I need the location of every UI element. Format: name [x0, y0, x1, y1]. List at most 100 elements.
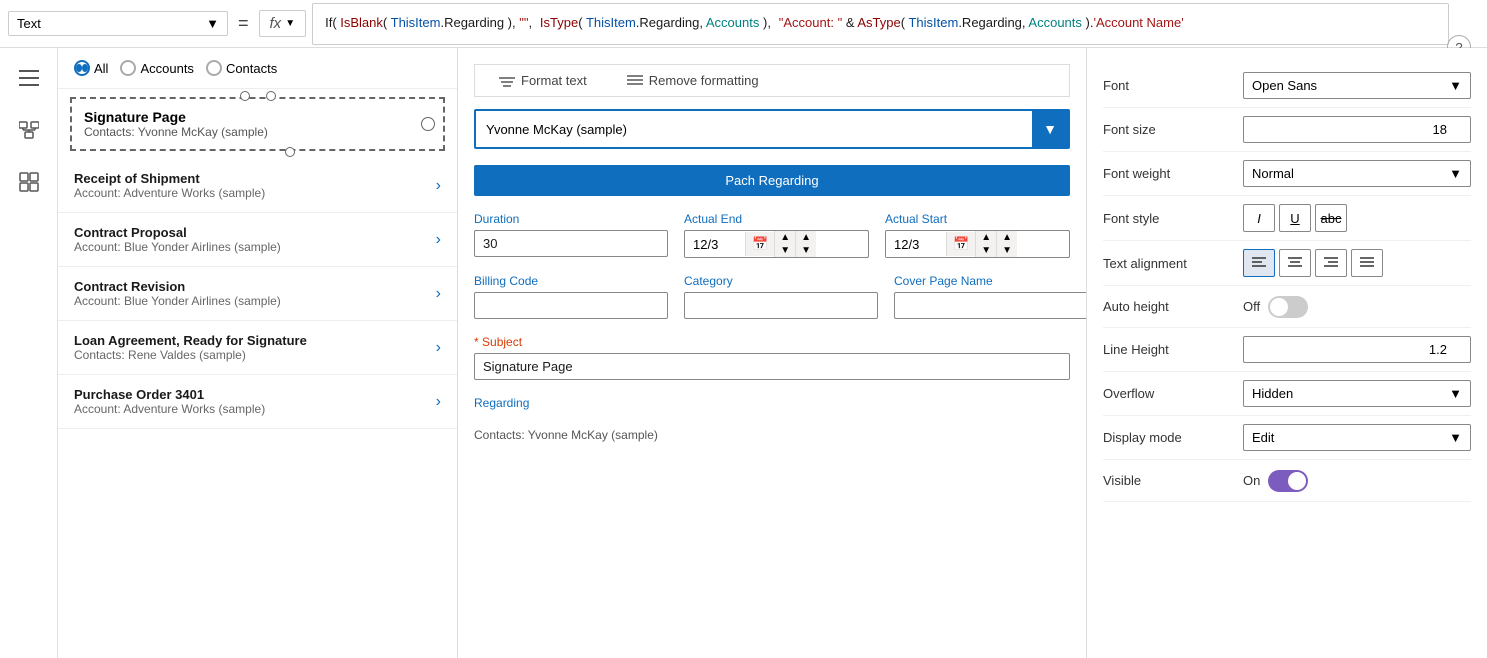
filter-all[interactable]: All — [74, 60, 108, 76]
font-size-input[interactable] — [1243, 116, 1471, 143]
remove-formatting-icon — [627, 74, 643, 88]
display-mode-select[interactable]: Edit ▼ — [1243, 424, 1471, 451]
drag-handle-right[interactable] — [421, 117, 435, 131]
italic-button[interactable]: I — [1243, 204, 1275, 232]
time-down-icon-2[interactable]: ▼ — [796, 244, 816, 257]
equals-sign: = — [234, 13, 253, 34]
pach-regarding-button[interactable]: Pach Regarding — [474, 165, 1070, 196]
fx-icon: fx — [270, 15, 282, 32]
text-property-label: Text — [17, 16, 41, 31]
filter-all-label: All — [94, 61, 108, 76]
sidebar-components-icon[interactable] — [11, 164, 47, 200]
list-item-arrow-icon: › — [436, 339, 441, 357]
time-down-icon-4[interactable]: ▼ — [997, 244, 1017, 257]
time-down-icon[interactable]: ▼ — [775, 244, 795, 257]
left-sidebar — [0, 48, 58, 658]
overflow-property-row: Overflow Hidden ▼ — [1103, 372, 1471, 416]
font-weight-select[interactable]: Normal ▼ — [1243, 160, 1471, 187]
sidebar-menu-icon[interactable] — [11, 60, 47, 96]
list-item-arrow-icon: › — [436, 285, 441, 303]
overflow-select[interactable]: Hidden ▼ — [1243, 380, 1471, 407]
font-property-row: Font Open Sans ▼ — [1103, 64, 1471, 108]
font-size-property-row: Font size — [1103, 108, 1471, 152]
list-item[interactable]: Loan Agreement, Ready for Signature Cont… — [58, 321, 457, 375]
chevron-down-icon-fx: ▼ — [285, 18, 295, 29]
contact-select-wrapper[interactable]: Yvonne McKay (sample) ▼ — [474, 109, 1070, 149]
filter-contacts[interactable]: Contacts — [206, 60, 277, 76]
duration-input[interactable] — [474, 230, 668, 257]
time-up-icon-2[interactable]: ▲ — [796, 231, 816, 244]
signature-page-subtitle: Contacts: Yvonne McKay (sample) — [84, 125, 431, 139]
drag-handle-bottom[interactable] — [285, 147, 295, 157]
align-justify-button[interactable] — [1351, 249, 1383, 277]
formula-display[interactable]: If( IsBlank( ThisItem.Regarding ), "", I… — [312, 3, 1449, 45]
list-item[interactable]: Receipt of Shipment Account: Adventure W… — [58, 159, 457, 213]
chevron-down-icon-weight: ▼ — [1449, 166, 1462, 181]
actual-start-datetime[interactable]: 📅 ▲ ▼ ▲ ▼ — [885, 230, 1070, 258]
radio-all — [74, 60, 90, 76]
contact-select-dropdown-button[interactable]: ▼ — [1032, 111, 1068, 147]
auto-height-toggle[interactable] — [1268, 296, 1308, 318]
list-items-container: Receipt of Shipment Account: Adventure W… — [58, 159, 457, 658]
fx-button[interactable]: fx ▼ — [259, 10, 307, 37]
actual-end-input[interactable] — [685, 232, 745, 257]
duration-label: Duration — [474, 212, 668, 226]
category-input[interactable] — [684, 292, 878, 319]
chevron-down-icon: ▼ — [1043, 121, 1057, 137]
sidebar-tree-icon[interactable] — [11, 112, 47, 148]
time-down-icon-3[interactable]: ▼ — [976, 244, 996, 257]
list-item[interactable]: Purchase Order 3401 Account: Adventure W… — [58, 375, 457, 429]
font-style-property-row: Font style I U abc — [1103, 196, 1471, 241]
filter-accounts-label: Accounts — [140, 61, 193, 76]
font-select[interactable]: Open Sans ▼ — [1243, 72, 1471, 99]
actual-end-label: Actual End — [684, 212, 869, 226]
filter-accounts[interactable]: Accounts — [120, 60, 193, 76]
line-height-input[interactable] — [1243, 336, 1471, 363]
actual-start-input[interactable] — [886, 232, 946, 257]
middle-panel: Format text Remove formatting Yvonne McK… — [458, 48, 1087, 658]
time-up-icon-4[interactable]: ▲ — [997, 231, 1017, 244]
align-center-button[interactable] — [1279, 249, 1311, 277]
line-height-property-row: Line Height — [1103, 328, 1471, 372]
subject-field: * Subject — [474, 335, 1070, 380]
overflow-value: Hidden — [1252, 386, 1293, 401]
chevron-down-icon: ▼ — [1449, 78, 1462, 93]
display-mode-property-row: Display mode Edit ▼ — [1103, 416, 1471, 460]
billing-code-input[interactable] — [474, 292, 668, 319]
list-item-arrow-icon: › — [436, 177, 441, 195]
calendar-icon[interactable]: 📅 — [745, 232, 774, 256]
display-mode-label: Display mode — [1103, 430, 1243, 445]
signature-page-title: Signature Page — [84, 109, 431, 125]
regarding-value: Contacts: Yvonne McKay (sample) — [474, 428, 1070, 442]
overflow-label: Overflow — [1103, 386, 1243, 401]
time-up-icon-3[interactable]: ▲ — [976, 231, 996, 244]
actual-end-datetime[interactable]: 📅 ▲ ▼ ▲ ▼ — [684, 230, 869, 258]
signature-page-card[interactable]: Signature Page Contacts: Yvonne McKay (s… — [70, 97, 445, 151]
cover-page-name-input[interactable] — [894, 292, 1087, 319]
visible-toggle[interactable] — [1268, 470, 1308, 492]
date-fields-row: Duration Actual End 📅 ▲ ▼ ▲ ▼ — [474, 212, 1070, 258]
format-bar: Format text Remove formatting — [474, 64, 1070, 97]
text-property-selector[interactable]: Text ▼ — [8, 11, 228, 36]
strikethrough-button[interactable]: abc — [1315, 204, 1347, 232]
radio-accounts — [120, 60, 136, 76]
calendar-icon-2[interactable]: 📅 — [946, 232, 975, 256]
align-left-button[interactable] — [1243, 249, 1275, 277]
drag-handle-top-left[interactable] — [240, 91, 250, 101]
billing-row: Billing Code Category Cover Page Name — [474, 274, 1070, 319]
main-area: All Accounts Contacts Signature Page Con… — [58, 48, 1487, 658]
underline-button[interactable]: U — [1279, 204, 1311, 232]
filter-row: All Accounts Contacts — [58, 48, 457, 89]
subject-input[interactable] — [474, 353, 1070, 380]
left-panel: All Accounts Contacts Signature Page Con… — [58, 48, 458, 658]
filter-contacts-label: Contacts — [226, 61, 277, 76]
remove-formatting-button[interactable]: Remove formatting — [619, 69, 767, 92]
list-item[interactable]: Contract Revision Account: Blue Yonder A… — [58, 267, 457, 321]
drag-handle-top-right[interactable] — [266, 91, 276, 101]
list-item[interactable]: Contract Proposal Account: Blue Yonder A… — [58, 213, 457, 267]
format-text-button[interactable]: Format text — [491, 69, 595, 92]
chevron-down-icon-display: ▼ — [1449, 430, 1462, 445]
time-up-icon[interactable]: ▲ — [775, 231, 795, 244]
align-right-button[interactable] — [1315, 249, 1347, 277]
remove-formatting-label: Remove formatting — [649, 73, 759, 88]
